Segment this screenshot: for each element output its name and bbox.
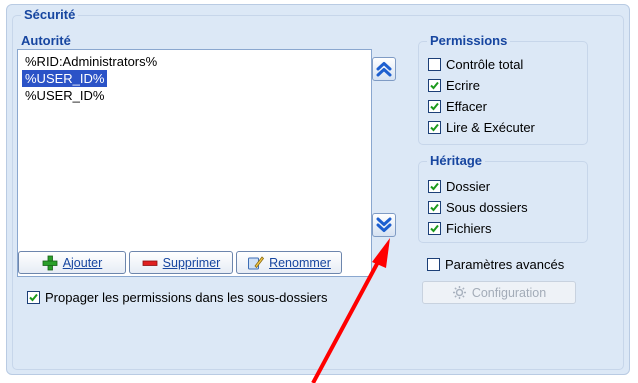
checkmark-icon — [430, 224, 439, 232]
permission-label: Lire & Exécuter — [446, 119, 535, 135]
list-item[interactable]: %USER_ID% — [22, 87, 107, 104]
security-panel: Sécurité Autorité %RID:Administrators% %… — [6, 4, 630, 375]
propagate-checkbox[interactable]: Propager les permissions dans les sous-d… — [27, 288, 328, 306]
permission-write-checkbox[interactable]: Ecrire — [428, 76, 480, 94]
configuration-button[interactable]: Configuration — [422, 281, 576, 304]
double-chevron-up-icon — [376, 62, 392, 77]
rename-button-label: Renommer — [269, 255, 331, 270]
checkmark-icon — [430, 102, 439, 110]
permission-label: Effacer — [446, 98, 487, 114]
authority-listbox[interactable]: %RID:Administrators% %USER_ID% %USER_ID% — [17, 49, 372, 277]
security-group-title: Sécurité — [21, 7, 79, 23]
inherit-label: Fichiers — [446, 220, 492, 236]
authority-group: Autorité %RID:Administrators% %USER_ID% … — [10, 33, 410, 279]
remove-button-label: Supprimer — [162, 255, 221, 270]
rename-button[interactable]: Renommer — [236, 251, 342, 274]
inherit-label: Sous dossiers — [446, 199, 528, 215]
permissions-group-title: Permissions — [427, 33, 511, 49]
checkmark-icon — [29, 293, 38, 301]
checkmark-icon — [430, 123, 439, 131]
advanced-settings-checkbox[interactable]: Paramètres avancés — [427, 255, 564, 273]
checkbox-box[interactable] — [428, 200, 441, 214]
checkbox-box[interactable] — [427, 257, 440, 271]
permission-delete-checkbox[interactable]: Effacer — [428, 97, 487, 115]
add-button-label: Ajouter — [62, 255, 103, 270]
propagate-label: Propager les permissions dans les sous-d… — [45, 289, 328, 305]
checkbox-box[interactable] — [428, 120, 441, 134]
inherit-files-checkbox[interactable]: Fichiers — [428, 219, 492, 237]
checkbox-box[interactable] — [428, 78, 441, 92]
permission-read-execute-checkbox[interactable]: Lire & Exécuter — [428, 118, 535, 136]
list-item[interactable]: %RID:Administrators% — [22, 53, 160, 70]
checkbox-box[interactable] — [428, 179, 441, 193]
red-minus-icon — [142, 260, 158, 266]
permission-label: Ecrire — [446, 77, 480, 93]
move-up-button[interactable] — [372, 57, 396, 81]
double-chevron-down-icon — [376, 217, 392, 232]
list-item-selected[interactable]: %USER_ID% — [22, 70, 108, 87]
inheritance-group: Héritage Dossier Sous dossiers Fichiers — [418, 153, 588, 243]
authority-group-title: Autorité — [18, 33, 74, 49]
inherit-subfolders-checkbox[interactable]: Sous dossiers — [428, 198, 528, 216]
inherit-label: Dossier — [446, 178, 491, 194]
checkmark-icon — [430, 182, 439, 190]
permissions-group: Permissions Contrôle total Ecrire Efface… — [418, 33, 588, 145]
inherit-folder-checkbox[interactable]: Dossier — [428, 177, 490, 195]
permission-full-control-checkbox[interactable]: Contrôle total — [428, 55, 523, 73]
move-down-button[interactable] — [372, 213, 396, 237]
permission-label: Contrôle total — [446, 56, 524, 72]
checkbox-box[interactable] — [428, 99, 441, 113]
rename-icon — [248, 256, 265, 270]
checkbox-box[interactable] — [428, 57, 441, 71]
green-plus-icon — [42, 255, 58, 270]
advanced-settings-label: Paramètres avancés — [445, 256, 565, 272]
gear-icon — [452, 286, 466, 299]
checkmark-icon — [430, 81, 439, 89]
checkbox-box[interactable] — [27, 290, 40, 304]
checkmark-icon — [430, 203, 439, 211]
configuration-label: Configuration — [471, 285, 547, 300]
add-button[interactable]: Ajouter — [18, 251, 126, 274]
remove-button[interactable]: Supprimer — [129, 251, 233, 274]
inheritance-group-title: Héritage — [427, 153, 486, 169]
checkbox-box[interactable] — [428, 221, 441, 235]
